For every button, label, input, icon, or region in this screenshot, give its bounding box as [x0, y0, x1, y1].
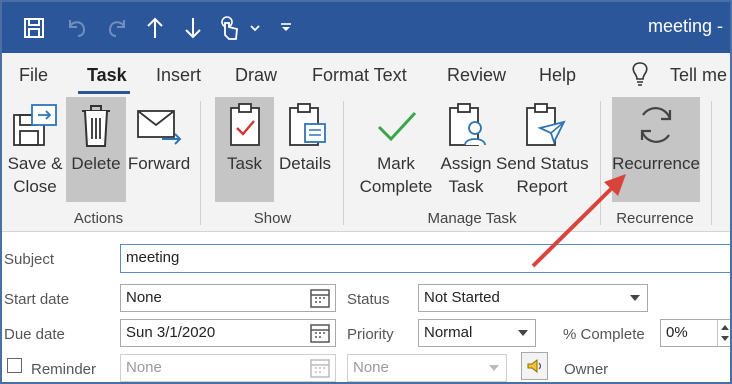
tab-review[interactable]: Review — [447, 65, 506, 86]
delete-label: Delete — [71, 154, 121, 173]
calendar-icon[interactable] — [309, 357, 331, 379]
status-select[interactable]: Not Started — [418, 284, 648, 312]
group-label-actions: Actions — [73, 210, 124, 227]
up-arrow-icon[interactable] — [140, 2, 170, 53]
status-label: Status — [347, 291, 390, 308]
priority-label: Priority — [347, 326, 394, 343]
tab-draw[interactable]: Draw — [235, 65, 277, 86]
group-separator — [343, 101, 344, 225]
reminder-date-value: None — [126, 359, 162, 376]
subject-label: Subject — [4, 251, 55, 268]
details-clipboard-icon — [289, 103, 326, 146]
checkmark-icon — [377, 111, 417, 142]
lightbulb-icon[interactable] — [629, 60, 651, 95]
save-close-button[interactable]: Save & Close — [5, 97, 65, 202]
tab-task[interactable]: Task — [87, 65, 127, 86]
ribbon-body: Save & Close Delete Forward Actions Task… — [2, 97, 730, 232]
undo-icon[interactable] — [60, 2, 94, 53]
start-date-value: None — [126, 289, 162, 306]
recurrence-button[interactable]: Recurrence — [612, 97, 700, 202]
down-arrow-icon[interactable] — [178, 2, 208, 53]
group-separator — [600, 101, 601, 225]
dropdown-arrow-icon — [488, 355, 500, 381]
dropdown-arrow-icon — [517, 320, 529, 346]
mark-complete-label: Mark — [377, 154, 415, 173]
priority-value: Normal — [424, 324, 473, 341]
tab-format-text[interactable]: Format Text — [312, 65, 407, 86]
reminder-date-input[interactable]: None — [120, 354, 336, 382]
group-label-recurrence: Recurrence — [616, 210, 694, 227]
save-close-label: Save & — [7, 154, 63, 173]
details-button[interactable]: Details — [276, 97, 334, 202]
group-separator — [711, 101, 712, 225]
subject-input[interactable]: meeting — [120, 244, 730, 273]
chevron-down-icon[interactable] — [246, 2, 264, 53]
tab-file[interactable]: File — [19, 65, 48, 86]
group-label-show: Show — [253, 210, 292, 227]
tab-help[interactable]: Help — [539, 65, 576, 86]
start-date-input[interactable]: None — [120, 284, 336, 312]
redo-icon[interactable] — [100, 2, 134, 53]
dropdown-arrow-icon — [629, 285, 641, 311]
delete-button[interactable]: Delete — [66, 97, 126, 202]
outlook-task-window: meeting - File Task Insert Draw Format T… — [0, 0, 732, 384]
window-title: meeting - — [648, 16, 724, 36]
mark-complete-label-2: Complete — [359, 177, 433, 196]
due-date-value: Sun 3/1/2020 — [126, 324, 216, 341]
forward-label: Forward — [127, 154, 191, 173]
trash-icon — [82, 105, 110, 147]
assign-task-label-2: Task — [448, 177, 484, 196]
calendar-icon[interactable] — [309, 322, 331, 344]
percent-complete-input[interactable]: 0% — [660, 319, 730, 347]
active-tab-indicator — [78, 91, 130, 94]
touch-mode-icon[interactable] — [214, 2, 244, 53]
customize-icon[interactable] — [276, 2, 296, 53]
task-clipboard-icon — [230, 103, 260, 146]
reminder-time-select[interactable]: None — [347, 354, 507, 382]
priority-select[interactable]: Normal — [418, 319, 536, 347]
reminder-checkbox[interactable] — [7, 358, 22, 373]
assign-task-label: Assign — [440, 154, 492, 173]
reminder-sound-button[interactable] — [521, 352, 548, 380]
status-value: Not Started — [424, 289, 500, 306]
speaker-icon — [527, 358, 541, 374]
percent-complete-value: 0% — [666, 324, 688, 341]
group-label-manage-task: Manage Task — [427, 210, 517, 227]
task-view-button[interactable]: Task — [215, 97, 274, 202]
forward-button[interactable]: Forward — [127, 97, 191, 202]
group-separator — [200, 101, 201, 225]
send-status-report-label-2: Report — [516, 177, 568, 196]
save-close-icon — [13, 104, 57, 146]
assign-task-icon — [449, 103, 486, 146]
assign-task-button[interactable]: Assign Task — [438, 97, 494, 202]
save-close-label-2: Close — [13, 177, 57, 196]
due-date-label: Due date — [4, 326, 65, 343]
owner-label: Owner — [564, 361, 609, 378]
percent-complete-label: % Complete — [563, 326, 645, 343]
calendar-icon[interactable] — [309, 287, 331, 309]
recurrence-label: Recurrence — [612, 154, 700, 173]
task-view-label: Task — [227, 154, 262, 173]
percent-spinner[interactable] — [717, 320, 730, 346]
recurrence-icon — [640, 107, 672, 143]
send-status-report-button[interactable]: Send Status Report — [496, 97, 589, 202]
reminder-label: Reminder — [31, 361, 97, 378]
tell-me-search[interactable]: Tell me — [670, 65, 727, 86]
save-icon[interactable] — [14, 2, 54, 53]
details-label: Details — [279, 154, 331, 173]
start-date-label: Start date — [4, 291, 70, 308]
reminder-time-value: None — [353, 359, 389, 376]
mark-complete-button[interactable]: Mark Complete — [356, 97, 436, 202]
send-status-report-label: Send Status — [496, 154, 589, 173]
title-bar: meeting - — [2, 2, 730, 53]
forward-mail-icon — [137, 110, 182, 145]
tab-insert[interactable]: Insert — [156, 65, 201, 86]
send-report-icon — [526, 103, 566, 146]
due-date-input[interactable]: Sun 3/1/2020 — [120, 319, 336, 347]
